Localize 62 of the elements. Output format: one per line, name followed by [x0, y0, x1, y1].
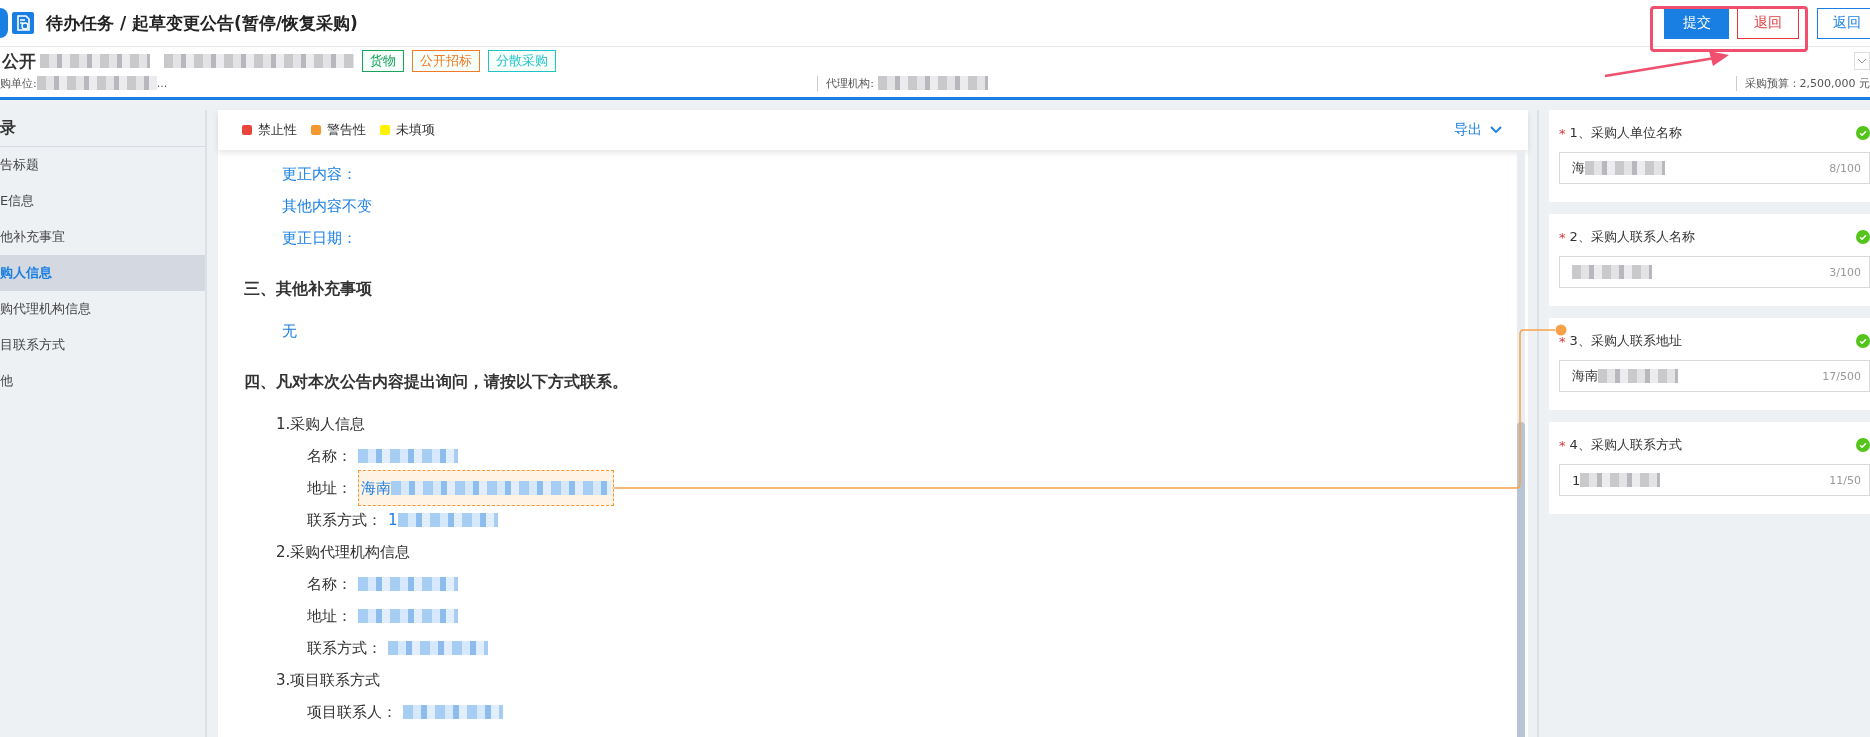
logo-icon	[0, 8, 8, 38]
input-field[interactable]: 海 8/100	[1559, 152, 1870, 184]
budget-text: 采购预算：2,500,000 元	[1735, 75, 1870, 91]
required-mark: *	[1559, 437, 1566, 453]
legend-label: 未填项	[396, 121, 435, 139]
input-field[interactable]: 海南 17/500	[1559, 360, 1870, 392]
field-value: 1	[388, 510, 398, 531]
tag: 分散采购	[488, 50, 556, 72]
subsection-heading: 3.项目联系方式	[275, 670, 382, 691]
project-title: 公开	[2, 49, 36, 73]
outline-item[interactable]: 购代理机构信息	[0, 291, 205, 327]
document-icon	[12, 12, 34, 34]
legend-label: 禁止性	[258, 121, 297, 139]
section-heading: 三、其他补充事项	[243, 278, 373, 300]
required-mark: *	[1559, 333, 1566, 349]
field-label: 联系方式：	[307, 510, 382, 531]
section-heading: 四、凡对本次公告内容提出询问，请按以下方式联系。	[243, 371, 629, 393]
action-button[interactable]: 退回	[1737, 7, 1799, 39]
outline-item[interactable]: E信息	[0, 183, 205, 219]
field-label: 名称：	[307, 446, 352, 467]
field-label: 地址：	[307, 606, 352, 627]
character-count: 8/100	[1829, 161, 1861, 175]
character-count: 11/50	[1829, 473, 1861, 487]
field-value: 海南	[361, 478, 391, 499]
document-value: 其他内容不变	[281, 196, 373, 217]
character-count: 3/100	[1829, 265, 1861, 279]
field-label: 名称：	[307, 574, 352, 595]
page-title: 待办任务 / 起草变更公告(暂停/恢复采购)	[46, 11, 358, 35]
field-label: 联系方式：	[307, 638, 382, 659]
outline-item[interactable]: 他补充事宜	[0, 219, 205, 255]
field-label: 地址：	[307, 478, 352, 499]
expand-button[interactable]	[1854, 52, 1870, 70]
document-value: 无	[281, 321, 298, 342]
chevron-icon	[1490, 126, 1502, 134]
field-label: 4、采购人联系方式	[1569, 436, 1682, 454]
outline-title: 录	[0, 110, 205, 147]
required-mark: *	[1559, 229, 1566, 245]
input-field[interactable]: 1 11/50	[1559, 464, 1870, 496]
subsection-heading: 2.采购代理机构信息	[275, 542, 412, 563]
purchaser-label: 购单位:	[0, 75, 37, 91]
tag: 货物	[362, 50, 404, 72]
outline-item[interactable]: 告标题	[0, 147, 205, 183]
agency-label: 代理机构:	[817, 75, 874, 91]
character-count: 17/500	[1822, 369, 1861, 383]
action-button[interactable]: 返回	[1817, 7, 1870, 39]
action-button[interactable]: 提交	[1664, 7, 1729, 39]
field-label: 项目联系人：	[307, 702, 397, 723]
export-button[interactable]: 导出	[1454, 121, 1502, 139]
scrollbar-thumb[interactable]	[1517, 422, 1525, 737]
field-label: 3、采购人联系地址	[1569, 332, 1682, 350]
required-mark: *	[1559, 125, 1566, 141]
subsection-heading: 1.采购人信息	[275, 414, 367, 435]
document-value: 更正日期：	[281, 228, 358, 249]
chevron-icon	[1857, 58, 1867, 64]
outline-item[interactable]: 目联系方式	[0, 327, 205, 363]
purchaser-value: ...	[156, 76, 168, 90]
field-label: 2、采购人联系人名称	[1569, 228, 1695, 246]
tag: 公开招标	[412, 50, 480, 72]
outline-item[interactable]: 他	[0, 363, 205, 399]
document-value: 更正内容：	[281, 164, 358, 185]
legend-label: 警告性	[327, 121, 366, 139]
field-label: 1、采购人单位名称	[1569, 124, 1682, 142]
